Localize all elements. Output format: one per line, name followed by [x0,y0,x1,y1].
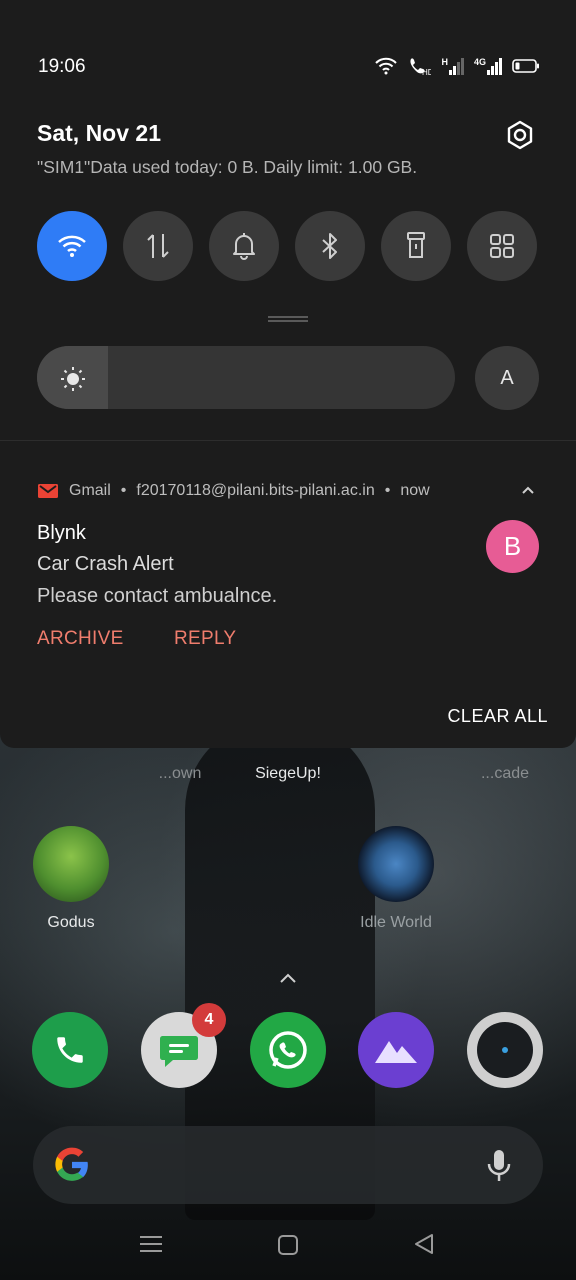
back-icon[interactable] [412,1232,436,1256]
grid-icon [490,234,514,258]
mountains-icon [375,1041,417,1063]
quick-settings-tiles [37,211,537,281]
status-icons: HD H 4G [375,56,540,76]
microphone-icon[interactable] [485,1148,513,1184]
notification-shade: 19:06 HD H 4G Sat, Nov 21 "SIM1"Data use… [0,0,576,748]
idle-world-app-icon[interactable] [358,826,434,902]
camera-app-icon[interactable] [467,1012,543,1088]
signal-sim1-icon: H [441,57,464,75]
battery-icon [512,59,539,73]
notification-account: f20170118@pilani.bits-pilani.ac.in [136,482,375,499]
app-label-godus[interactable]: Godus [11,914,131,932]
tile-wifi[interactable] [37,211,107,281]
svg-text:HD: HD [422,68,431,76]
wifi-icon [58,235,86,257]
godus-app-icon[interactable] [33,826,109,902]
tile-sound[interactable] [209,211,279,281]
chat-bubble-icon [160,1036,198,1067]
navigation-bar [0,1216,576,1280]
google-search-bar[interactable] [33,1126,543,1204]
gallery-app-icon[interactable] [358,1012,434,1088]
notification-time: now [400,482,430,499]
app-label[interactable]: ...own [120,765,240,783]
notification-title: Blynk [37,522,86,544]
flashlight-icon [407,232,425,258]
collapse-chevron-icon[interactable] [520,484,536,496]
tile-more[interactable] [467,211,537,281]
signal-sim2-icon: 4G [474,57,502,75]
brightness-sun-icon [61,367,85,391]
menu-icon[interactable] [140,1234,162,1254]
settings-gear-icon[interactable] [505,120,535,150]
reply-button[interactable]: REPLY [174,628,236,650]
whatsapp-icon [269,1031,307,1069]
bluetooth-icon [322,233,337,259]
phone-app-icon[interactable] [32,1012,108,1088]
app-label-idle-world[interactable]: Idle World [336,914,456,932]
data-usage-text: "SIM1"Data used today: 0 B. Daily limit:… [37,157,418,177]
auto-brightness-button[interactable]: A [475,346,539,410]
tile-mobile-data[interactable] [123,211,193,281]
shade-date: Sat, Nov 21 [37,120,161,146]
notification-app-name: Gmail [69,482,111,499]
clear-all-button[interactable]: CLEAR ALL [447,706,548,727]
status-time: 19:06 [38,56,86,77]
wifi-status-icon [375,57,398,75]
sender-avatar: B [486,520,539,573]
divider [0,440,576,441]
notification-header[interactable]: Gmail • f20170118@pilani.bits-pilani.ac.… [37,482,430,500]
separator-dot: • [384,482,391,499]
separator-dot: • [120,482,127,499]
shade-drag-handle[interactable] [268,316,308,322]
tile-bluetooth[interactable] [295,211,365,281]
gmail-icon [38,484,58,498]
messages-badge: 4 [192,1003,226,1037]
app-label[interactable]: ...cade [445,765,565,783]
brightness-slider[interactable] [37,346,455,409]
whatsapp-app-icon[interactable] [250,1012,326,1088]
home-icon[interactable] [277,1234,299,1256]
tile-flashlight[interactable] [381,211,451,281]
notification-subtitle: Car Crash Alert [37,553,174,575]
archive-button[interactable]: ARCHIVE [37,628,124,650]
mobile-data-arrows-icon [147,234,169,258]
phone-icon [57,1037,83,1063]
google-g-icon [55,1147,88,1181]
notification-body: Please contact ambualnce. [37,585,278,607]
app-label-siegeup[interactable]: SiegeUp! [228,765,348,783]
camera-lens-icon [477,1022,533,1078]
app-drawer-chevron-icon[interactable] [279,972,297,984]
volte-call-icon: HD [410,58,431,76]
bell-icon [233,233,255,260]
